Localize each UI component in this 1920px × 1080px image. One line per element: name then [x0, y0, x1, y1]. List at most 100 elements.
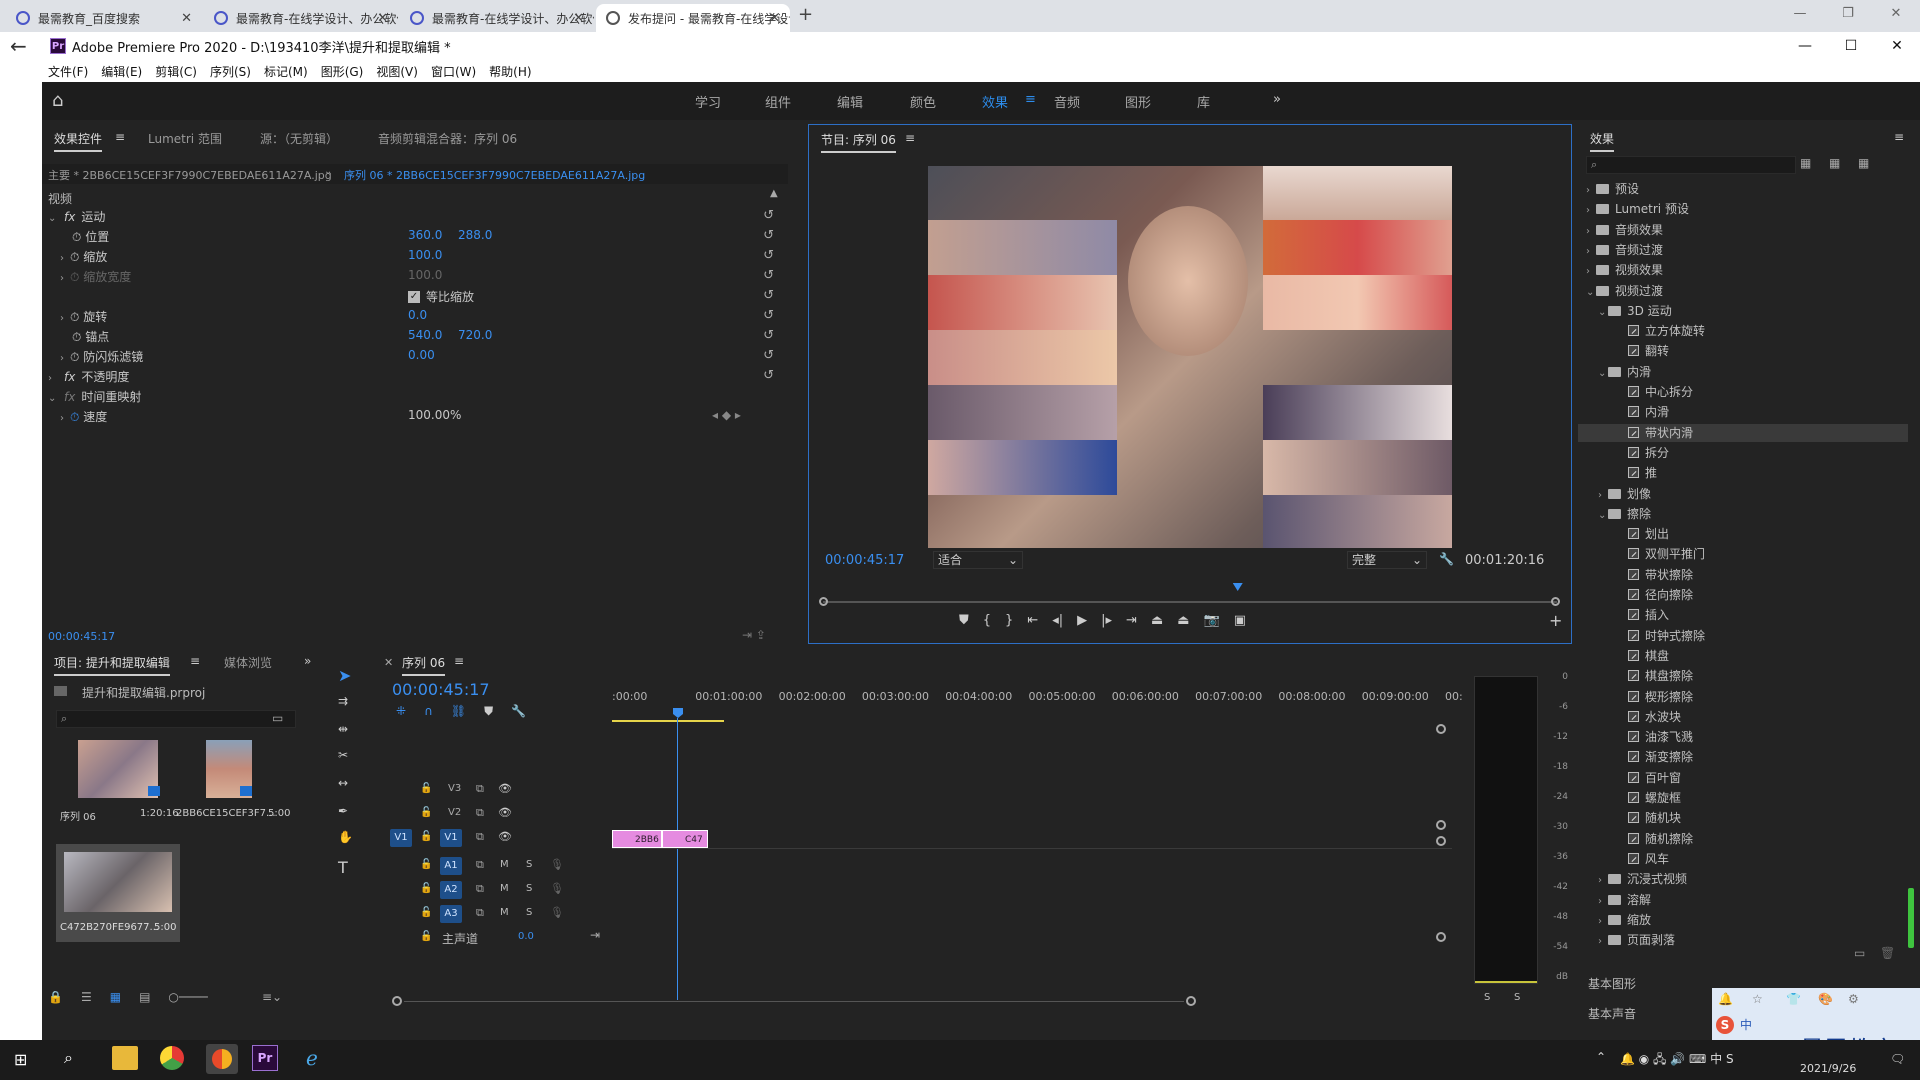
chevron-down-icon[interactable]: ⌄ — [1598, 507, 1608, 525]
scale-value[interactable]: 100.0 — [408, 248, 442, 262]
close-icon[interactable]: ✕ — [573, 11, 584, 26]
play-icon[interactable]: ▶ — [1077, 613, 1087, 628]
sync-lock-icon[interactable]: ⧉ — [476, 882, 484, 896]
effect-item[interactable]: 随机块 — [1578, 809, 1908, 827]
tab-effect-controls[interactable]: 效果控件 — [54, 130, 103, 152]
timeline-timecode[interactable]: 00:00:45:17 — [392, 680, 490, 699]
hand-tool-icon[interactable]: ✋ — [338, 830, 353, 844]
panel-menu-icon[interactable]: ≡ — [115, 130, 125, 144]
work-area-bar[interactable] — [612, 720, 724, 722]
effect-item[interactable]: 立方体旋转 — [1578, 322, 1908, 340]
lock-icon[interactable]: 🔓 — [420, 907, 432, 918]
ie-icon[interactable]: ℯ — [306, 1046, 318, 1070]
stopwatch-icon[interactable]: ⏱ — [70, 410, 79, 424]
workspace-assembly[interactable]: 组件 — [765, 92, 791, 111]
effect-item[interactable]: 划出 — [1578, 525, 1908, 543]
chevron-right-icon[interactable]: › — [1598, 872, 1608, 890]
browser-tab-1[interactable]: 最需教育_百度搜索 ✕ — [6, 4, 202, 32]
effects-folder[interactable]: ⌄ 内滑 — [1578, 363, 1908, 381]
selection-tool-icon[interactable]: ➤ — [338, 666, 351, 685]
add-marker-icon[interactable]: ⛊ — [484, 704, 493, 719]
stopwatch-icon[interactable]: ⏱ — [72, 230, 81, 244]
menu-edit[interactable]: 编辑(E) — [101, 63, 142, 80]
tab-project[interactable]: 项目: 提升和提取编辑 — [54, 654, 170, 676]
browser-active-icon[interactable] — [206, 1044, 238, 1074]
close-icon[interactable]: ✕ — [1874, 32, 1920, 60]
effect-item[interactable]: 带状擦除 — [1578, 566, 1908, 584]
effect-item[interactable]: 内滑 — [1578, 403, 1908, 421]
go-to-out-icon[interactable]: ⇥ — [1126, 613, 1137, 628]
maximize-icon[interactable]: ☐ — [1828, 32, 1874, 60]
track-target-a1[interactable]: A1 — [440, 857, 462, 875]
position-y-value[interactable]: 288.0 — [458, 228, 492, 242]
file-explorer-icon[interactable] — [112, 1046, 138, 1070]
close-icon[interactable]: ✕ — [1872, 0, 1920, 30]
reset-icon[interactable]: ↺ — [763, 288, 774, 303]
position-x-value[interactable]: 360.0 — [408, 228, 442, 242]
antiflicker-value[interactable]: 0.00 — [408, 348, 435, 362]
step-back-icon[interactable]: ◂| — [1052, 613, 1063, 628]
wrench-icon[interactable]: 🔧 — [1439, 552, 1454, 566]
effect-item[interactable]: 百叶窗 — [1578, 769, 1908, 787]
scrubber-end-handle[interactable] — [1551, 597, 1560, 606]
basic-graphics-panel-tab[interactable]: 基本图形 — [1588, 975, 1636, 992]
solo-left-button[interactable]: S — [1484, 992, 1490, 1003]
workspace-libraries[interactable]: 库 — [1197, 92, 1210, 111]
effects-folder[interactable]: › 划像 — [1578, 485, 1908, 503]
reset-icon[interactable]: ↺ — [763, 268, 774, 283]
microphone-icon[interactable]: 🎙 — [550, 906, 564, 919]
pen-tool-icon[interactable]: ✒ — [338, 804, 348, 818]
close-icon[interactable]: ✕ — [181, 11, 192, 26]
effects-folder[interactable]: › 音频过渡 — [1578, 241, 1908, 259]
timeline-horizontal-scrollbar[interactable] — [392, 996, 1458, 1008]
solo-button[interactable]: S — [526, 859, 532, 870]
reset-icon[interactable]: ↺ — [763, 348, 774, 363]
panel-menu-icon[interactable]: ≡ — [905, 131, 915, 145]
effect-item[interactable]: 楔形擦除 — [1578, 688, 1908, 706]
speed-value[interactable]: 100.00% — [408, 408, 461, 422]
sync-lock-icon[interactable]: ⧉ — [476, 830, 484, 844]
windows-start-icon[interactable]: ⊞ — [14, 1050, 27, 1069]
menu-window[interactable]: 窗口(W) — [431, 63, 476, 80]
chevron-right-icon[interactable]: › — [1586, 263, 1596, 281]
menu-clip[interactable]: 剪辑(C) — [155, 63, 197, 80]
effect-item[interactable]: 风车 — [1578, 850, 1908, 868]
eye-icon[interactable]: 👁 — [498, 806, 512, 819]
microphone-icon[interactable]: 🎙 — [550, 882, 564, 895]
property-motion[interactable]: ⌄ fx 运动 ↺ — [42, 208, 788, 228]
gear-icon[interactable]: ⚙ — [1848, 992, 1859, 1006]
browser-tab-3[interactable]: 最需教育-在线学设计、办公软件 ✕ — [400, 4, 594, 32]
go-to-end-icon[interactable]: ⇥ — [590, 928, 600, 942]
wrench-icon[interactable]: 🔧 — [511, 704, 526, 719]
eye-icon[interactable]: 👁 — [498, 782, 512, 795]
solo-button[interactable]: S — [526, 883, 532, 894]
eye-icon[interactable]: 👁 — [498, 830, 512, 843]
sync-lock-icon[interactable]: ⧉ — [476, 806, 484, 820]
effects-folder[interactable]: › 缩放 — [1578, 911, 1908, 929]
tab-media-browser[interactable]: 媒体浏览 — [224, 654, 272, 671]
sort-icon[interactable]: ≡⌄ — [262, 990, 282, 1004]
effects-folder[interactable]: › 预设 — [1578, 180, 1908, 198]
nest-icon[interactable]: ⁜ — [396, 704, 406, 719]
type-tool-icon[interactable]: T — [338, 858, 348, 877]
tray-chevron-icon[interactable]: ⌃ — [1596, 1050, 1606, 1064]
ime-language-toggle[interactable]: 中 — [1740, 1016, 1752, 1033]
sync-lock-icon[interactable]: ⧉ — [476, 858, 484, 872]
video-preview[interactable] — [928, 166, 1452, 548]
quality-dropdown[interactable]: 完整 ⌄ — [1347, 551, 1427, 569]
chevron-down-icon[interactable]: ⌄ — [324, 166, 332, 177]
menu-file[interactable]: 文件(F) — [48, 63, 88, 80]
solo-right-button[interactable]: S — [1514, 992, 1520, 1003]
stopwatch-icon[interactable]: ⏱ — [70, 350, 79, 364]
master-volume-value[interactable]: 0.0 — [518, 931, 534, 942]
chevron-down-icon[interactable]: ⌄ — [1598, 304, 1608, 322]
add-button[interactable]: + — [1549, 611, 1562, 630]
solo-button[interactable]: S — [526, 907, 532, 918]
effect-item[interactable]: 棋盘 — [1578, 647, 1908, 665]
close-icon[interactable]: ✕ — [384, 656, 393, 669]
tab-source[interactable]: 源：（无剪辑） — [260, 130, 338, 147]
razor-tool-icon[interactable]: ✂ — [338, 748, 348, 762]
browser-tab-4[interactable]: 发布提问 - 最需教育-在线学设计 ✕ — [596, 4, 790, 32]
project-item-image-1[interactable]: 2BB6CE15CEF3F7... 5:00 — [174, 738, 292, 838]
minimize-icon[interactable]: — — [1782, 32, 1828, 60]
